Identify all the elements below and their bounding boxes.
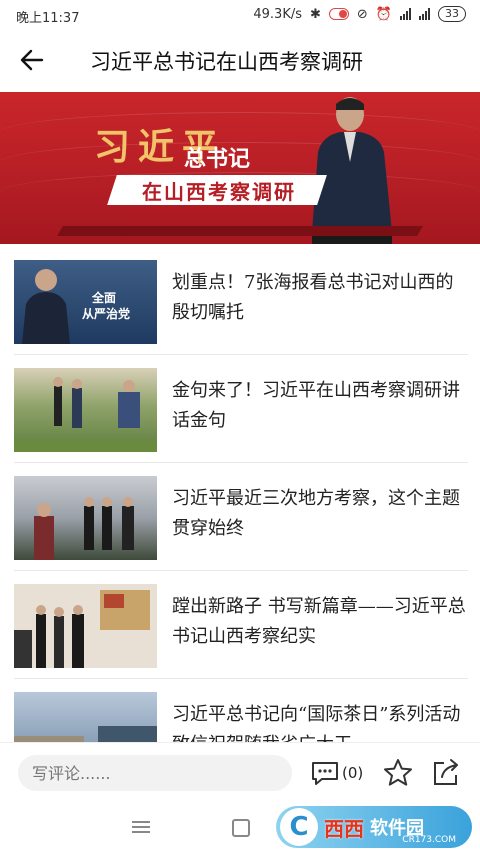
list-item[interactable]: 金句来了！习近平在山西考察调研讲话金句 (14, 354, 468, 463)
list-item[interactable]: 蹚出新路子 书写新篇章——习近平总书记山西考察纪实 (14, 570, 468, 679)
home-icon[interactable] (232, 819, 250, 837)
alarm-icon: ⏰ (375, 6, 392, 22)
article-title: 蹚出新路子 书写新篇章——习近平总书记山西考察纪实 (172, 596, 466, 647)
share-button[interactable] (430, 757, 464, 789)
comment-icon (312, 762, 338, 785)
list-item[interactable]: 全面 从严治党 划重点！7张海报看总书记对山西的殷切嘱托 (14, 246, 468, 355)
mute-icon: ⊘ (356, 6, 368, 22)
status-time: 晚上11:37 (16, 11, 80, 26)
watermark-domain: CR173.COM (402, 835, 456, 845)
comment-count: (0) (342, 764, 364, 782)
banner-stripe (57, 226, 423, 236)
article-title: 划重点！7张海报看总书记对山西的殷切嘱托 (172, 272, 454, 323)
favorite-button[interactable] (382, 757, 414, 789)
watermark-logo: C (280, 808, 318, 846)
article-thumbnail: 全面 从严治党 (14, 260, 157, 344)
list-item[interactable]: 习近平最近三次地方考察，这个主题贯穿始终 (14, 462, 468, 571)
data-saver-icon (328, 8, 349, 20)
battery-indicator: 33 (438, 6, 466, 22)
bluetooth-icon: ✱ (310, 6, 321, 22)
banner-title-suffix: 总书记 (184, 146, 251, 172)
article-title: 金句来了！习近平在山西考察调研讲话金句 (172, 380, 460, 431)
comment-input[interactable] (18, 755, 292, 791)
back-button[interactable] (18, 46, 50, 74)
share-icon (434, 759, 458, 785)
status-bar: 晚上11:37 49.3K/s ✱ ⊘ ⏰ 33 (0, 0, 480, 30)
thumb-text-line: 从严治党 (82, 307, 131, 321)
app-header: 习近平总书记在山西考察调研 (0, 30, 480, 90)
banner-subtitle: 在山西考察调研 (142, 180, 296, 204)
article-thumbnail (14, 368, 157, 452)
menu-icon[interactable] (132, 821, 150, 836)
signal-icon (400, 8, 411, 20)
portrait-figure (312, 97, 392, 244)
signal-icon (419, 8, 430, 20)
comment-bar: (0) (0, 742, 480, 803)
network-speed: 49.3K/s (253, 6, 302, 22)
page-title: 习近平总书记在山西考察调研 (90, 50, 363, 74)
site-watermark: C 西西 软件园 CR173.COM (276, 806, 472, 848)
article-title: 习近平最近三次地方考察，这个主题贯穿始终 (172, 488, 460, 539)
watermark-brand: 西西 (324, 816, 364, 841)
arrow-left-icon (20, 49, 44, 71)
article-thumbnail (14, 584, 157, 668)
thumb-text-line: 全面 (92, 291, 117, 305)
comments-button[interactable]: (0) (310, 757, 363, 789)
star-icon (384, 759, 412, 786)
article-thumbnail (14, 476, 157, 560)
